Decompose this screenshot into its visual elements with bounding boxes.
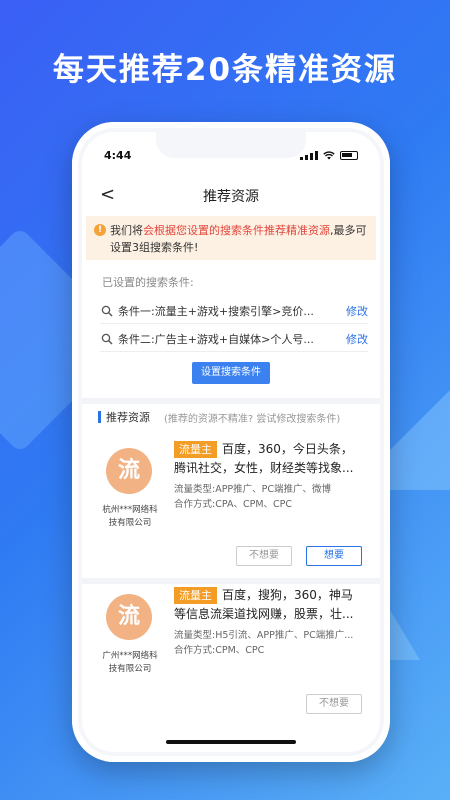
set-conditions-button[interactable]: 设置搜索条件 xyxy=(192,362,270,384)
recommend-title: 推荐资源 xyxy=(106,411,150,424)
nav-bar: < 推荐资源 xyxy=(82,176,380,216)
resource-description: 流量主 百度，360，今日头条，腾讯社交，女性，财经类等找象... xyxy=(174,440,364,478)
wifi-icon xyxy=(323,150,335,159)
page-title: 推荐资源 xyxy=(203,189,259,205)
back-button[interactable]: < xyxy=(100,184,115,205)
company-name-line: 技有限公司 xyxy=(108,518,152,528)
resource-description: 流量主 百度，搜狗，360，神马等信息流渠道找网赚，股票，壮... xyxy=(174,586,364,624)
want-button[interactable]: 想要 xyxy=(306,546,362,566)
phone-screen: 4:44 < 推荐资源 ! 我们将会根据您设置的搜索条件推荐精准资源,最多可设置… xyxy=(82,132,380,752)
battery-icon xyxy=(340,150,358,160)
cooperation-mode: 合作方式:CPA、CPM、CPC xyxy=(174,499,293,510)
category-tag: 流量主 xyxy=(174,441,217,458)
status-time: 4:44 xyxy=(104,148,132,162)
status-icons xyxy=(300,150,358,160)
avatar: 流 xyxy=(106,448,152,494)
recommend-hint: (推荐的资源不精准? 尝试修改搜索条件) xyxy=(164,413,341,425)
edit-condition-button[interactable]: 修改 xyxy=(346,331,368,347)
promo-headline: 每天推荐20条精准资源 xyxy=(52,52,398,88)
accent-bar xyxy=(98,411,101,423)
phone-frame: 4:44 < 推荐资源 ! 我们将会根据您设置的搜索条件推荐精准资源,最多可设置… xyxy=(72,122,390,762)
status-bar: 4:44 xyxy=(104,148,358,162)
company-name: 杭州***网络科 技有限公司 xyxy=(96,504,164,530)
search-icon xyxy=(101,305,113,316)
notice-prefix: 我们将 xyxy=(110,224,143,237)
condition-row[interactable]: 条件二:广告主+游戏+自媒体>个人号... 修改 xyxy=(100,326,368,352)
condition-row[interactable]: 条件一:流量主+游戏+搜索引擎>竞价... 修改 xyxy=(100,298,368,324)
edit-condition-button[interactable]: 修改 xyxy=(346,303,368,319)
home-indicator xyxy=(166,740,296,744)
condition-text: 条件一:流量主+游戏+搜索引擎>竞价... xyxy=(118,304,314,318)
company-name-line: 杭州***网络科 xyxy=(102,505,158,515)
signal-icon xyxy=(300,150,318,160)
notice-banner: ! 我们将会根据您设置的搜索条件推荐精准资源,最多可设置3组搜索条件! xyxy=(86,216,376,260)
company-name-line: 广州***网络科 xyxy=(102,651,158,661)
category-tag: 流量主 xyxy=(174,587,217,604)
section-divider xyxy=(82,398,380,404)
resource-meta: 流量类型:APP推广、PC端推广、微博 合作方式:CPA、CPM、CPC xyxy=(174,482,364,512)
not-want-button[interactable]: 不想要 xyxy=(306,694,362,714)
resource-meta: 流量类型:H5引流、APP推广、PC端推广... 合作方式:CPM、CPC xyxy=(174,628,364,658)
company-name: 广州***网络科 技有限公司 xyxy=(96,650,164,676)
recommend-header: 推荐资源 (推荐的资源不精准? 尝试修改搜索条件) xyxy=(98,410,341,425)
traffic-type: 流量类型:H5引流、APP推广、PC端推广... xyxy=(174,630,354,641)
info-icon: ! xyxy=(94,224,106,236)
company-name-line: 技有限公司 xyxy=(108,664,152,674)
condition-text: 条件二:广告主+游戏+自媒体>个人号... xyxy=(118,332,314,346)
conditions-label: 已设置的搜索条件: xyxy=(102,276,194,289)
card-separator xyxy=(82,578,380,584)
search-icon xyxy=(101,333,113,344)
notice-highlight: 会根据您设置的搜索条件推荐精准资源 xyxy=(143,224,330,237)
traffic-type: 流量类型:APP推广、PC端推广、微博 xyxy=(174,484,332,495)
cooperation-mode: 合作方式:CPM、CPC xyxy=(174,645,265,656)
not-want-button[interactable]: 不想要 xyxy=(236,546,292,566)
avatar: 流 xyxy=(106,594,152,640)
